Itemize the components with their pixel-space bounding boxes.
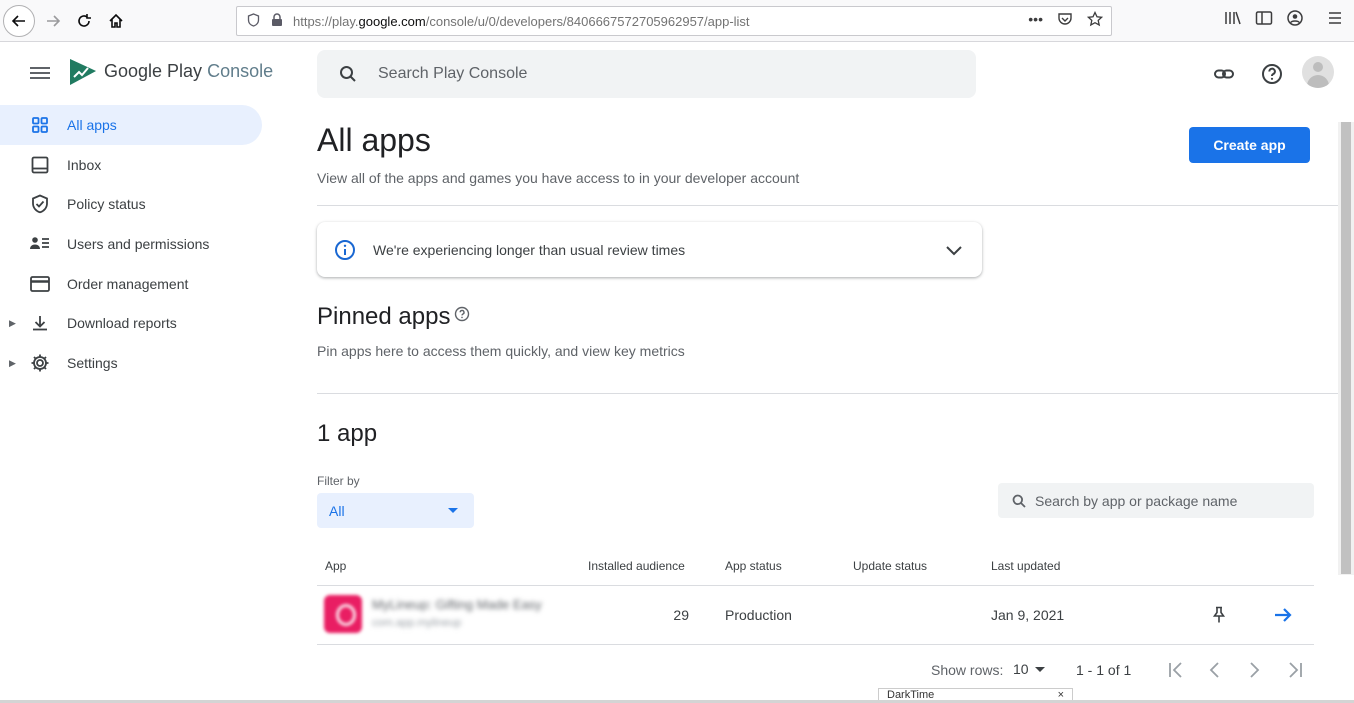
search-placeholder: Search Play Console (378, 65, 528, 82)
pin-icon[interactable] (1211, 606, 1227, 624)
avatar[interactable] (1302, 56, 1334, 88)
column-header-app[interactable]: App (325, 559, 346, 573)
page-title: All apps (317, 122, 431, 158)
bookmark-star-icon[interactable] (1086, 10, 1104, 30)
app-search-placeholder: Search by app or package name (1035, 492, 1238, 509)
show-rows-label: Show rows: (931, 662, 1004, 678)
sidebar-item-all-apps[interactable]: All apps (0, 105, 262, 145)
url-text: https://play.google.com/console/u/0/deve… (293, 13, 750, 29)
app-name[interactable]: MyLineup: Gifting Made Easy (372, 597, 542, 612)
sidebar-item-label: Download reports (67, 315, 177, 331)
users-icon (29, 233, 51, 255)
table-row[interactable]: MyLineup: Gifting Made Easy com.app.myli… (317, 585, 1314, 645)
alert-message: We're experiencing longer than usual rev… (373, 241, 686, 258)
expand-caret-icon[interactable]: ▶ (9, 358, 16, 369)
console-search-input[interactable]: Search Play Console (317, 50, 976, 98)
rows-per-page-select[interactable]: 10 (1013, 661, 1045, 677)
sidebar-item-settings[interactable]: ▶ Settings (0, 343, 262, 383)
reload-icon[interactable] (68, 5, 100, 37)
search-icon (340, 66, 356, 82)
column-header-app-status[interactable]: App status (725, 559, 782, 573)
gear-icon (29, 352, 51, 374)
dropdown-arrow-icon (1034, 667, 1045, 672)
previous-page-icon[interactable] (1203, 658, 1227, 682)
chevron-down-icon[interactable] (944, 240, 964, 260)
sidebar-item-label: Policy status (67, 196, 146, 212)
page-actions-icon[interactable]: ••• (1028, 11, 1043, 30)
forward-arrow-icon[interactable] (37, 5, 69, 37)
next-page-icon[interactable] (1242, 658, 1266, 682)
grid-icon (29, 114, 51, 136)
filter-value: All (329, 503, 345, 519)
filter-label: Filter by (317, 474, 360, 488)
page-scrollbar[interactable] (1338, 122, 1354, 575)
tracking-shield-icon[interactable] (247, 12, 267, 30)
help-circle-icon[interactable] (454, 306, 470, 322)
column-header-update-status[interactable]: Update status (853, 559, 927, 573)
sidebar-item-label: Settings (67, 355, 118, 371)
info-icon (335, 239, 355, 260)
page-range: 1 - 1 of 1 (1076, 662, 1132, 678)
product-name[interactable]: Google Play Console (104, 61, 273, 82)
arrow-right-icon[interactable] (1272, 604, 1294, 626)
account-icon[interactable] (1287, 10, 1303, 26)
app-icon (324, 595, 362, 633)
page-subtitle: View all of the apps and games you have … (317, 170, 800, 186)
help-icon[interactable] (1258, 60, 1286, 88)
download-icon (29, 312, 51, 334)
browser-toolbar: https://play.google.com/console/u/0/deve… (0, 0, 1354, 42)
back-arrow-icon[interactable] (3, 5, 35, 37)
url-bar[interactable]: https://play.google.com/console/u/0/deve… (236, 6, 1112, 36)
sidebar-item-download-reports[interactable]: ▶ Download reports (0, 303, 262, 343)
sidebar-item-users-and-permissions[interactable]: Users and permissions (0, 224, 262, 264)
lock-icon[interactable] (271, 12, 289, 30)
sidebar-item-inbox[interactable]: Inbox (0, 145, 262, 185)
link-icon[interactable] (1210, 60, 1238, 88)
library-icon[interactable] (1224, 10, 1242, 26)
hamburger-menu-icon[interactable] (1327, 10, 1343, 26)
sidebar-toggle-icon[interactable] (1255, 10, 1273, 26)
google-play-console-logo[interactable] (68, 57, 98, 87)
main-menu-icon[interactable] (30, 64, 50, 82)
sidebar-item-label: Inbox (67, 157, 102, 173)
first-page-icon[interactable] (1164, 658, 1188, 682)
review-times-alert[interactable]: We're experiencing longer than usual rev… (317, 222, 982, 277)
credit-card-icon (29, 273, 51, 295)
sidebar-item-label: Users and permissions (67, 236, 210, 252)
installed-audience-value: 29 (673, 607, 689, 623)
search-icon (1012, 494, 1026, 508)
inbox-icon (29, 154, 51, 176)
sidebar-item-policy-status[interactable]: Policy status (0, 184, 262, 224)
divider (317, 393, 1338, 394)
sidebar-item-label: Order management (67, 276, 189, 292)
sidebar-item-label: All apps (67, 117, 117, 133)
app-count-heading: 1 app (317, 420, 378, 447)
expand-caret-icon[interactable]: ▶ (9, 318, 16, 329)
filter-dropdown[interactable]: All (317, 493, 474, 528)
create-app-button[interactable]: Create app (1189, 127, 1310, 163)
last-page-icon[interactable] (1283, 658, 1307, 682)
dropdown-arrow-icon (448, 508, 458, 513)
column-header-last-updated[interactable]: Last updated (991, 559, 1060, 573)
app-search-input[interactable]: Search by app or package name (998, 483, 1314, 518)
sidebar-item-order-management[interactable]: Order management (0, 264, 262, 304)
home-icon[interactable] (100, 5, 132, 37)
last-updated-value: Jan 9, 2021 (991, 607, 1065, 623)
divider (317, 205, 1338, 206)
pocket-icon[interactable] (1057, 11, 1073, 30)
pinned-apps-description: Pin apps here to access them quickly, an… (317, 343, 685, 359)
pinned-apps-heading: Pinned apps (317, 303, 470, 331)
column-header-installed-audience[interactable]: Installed audience (588, 559, 685, 573)
app-package-name: com.app.mylineup (372, 617, 462, 629)
shield-check-icon (29, 193, 51, 215)
app-status-value: Production (725, 607, 792, 623)
